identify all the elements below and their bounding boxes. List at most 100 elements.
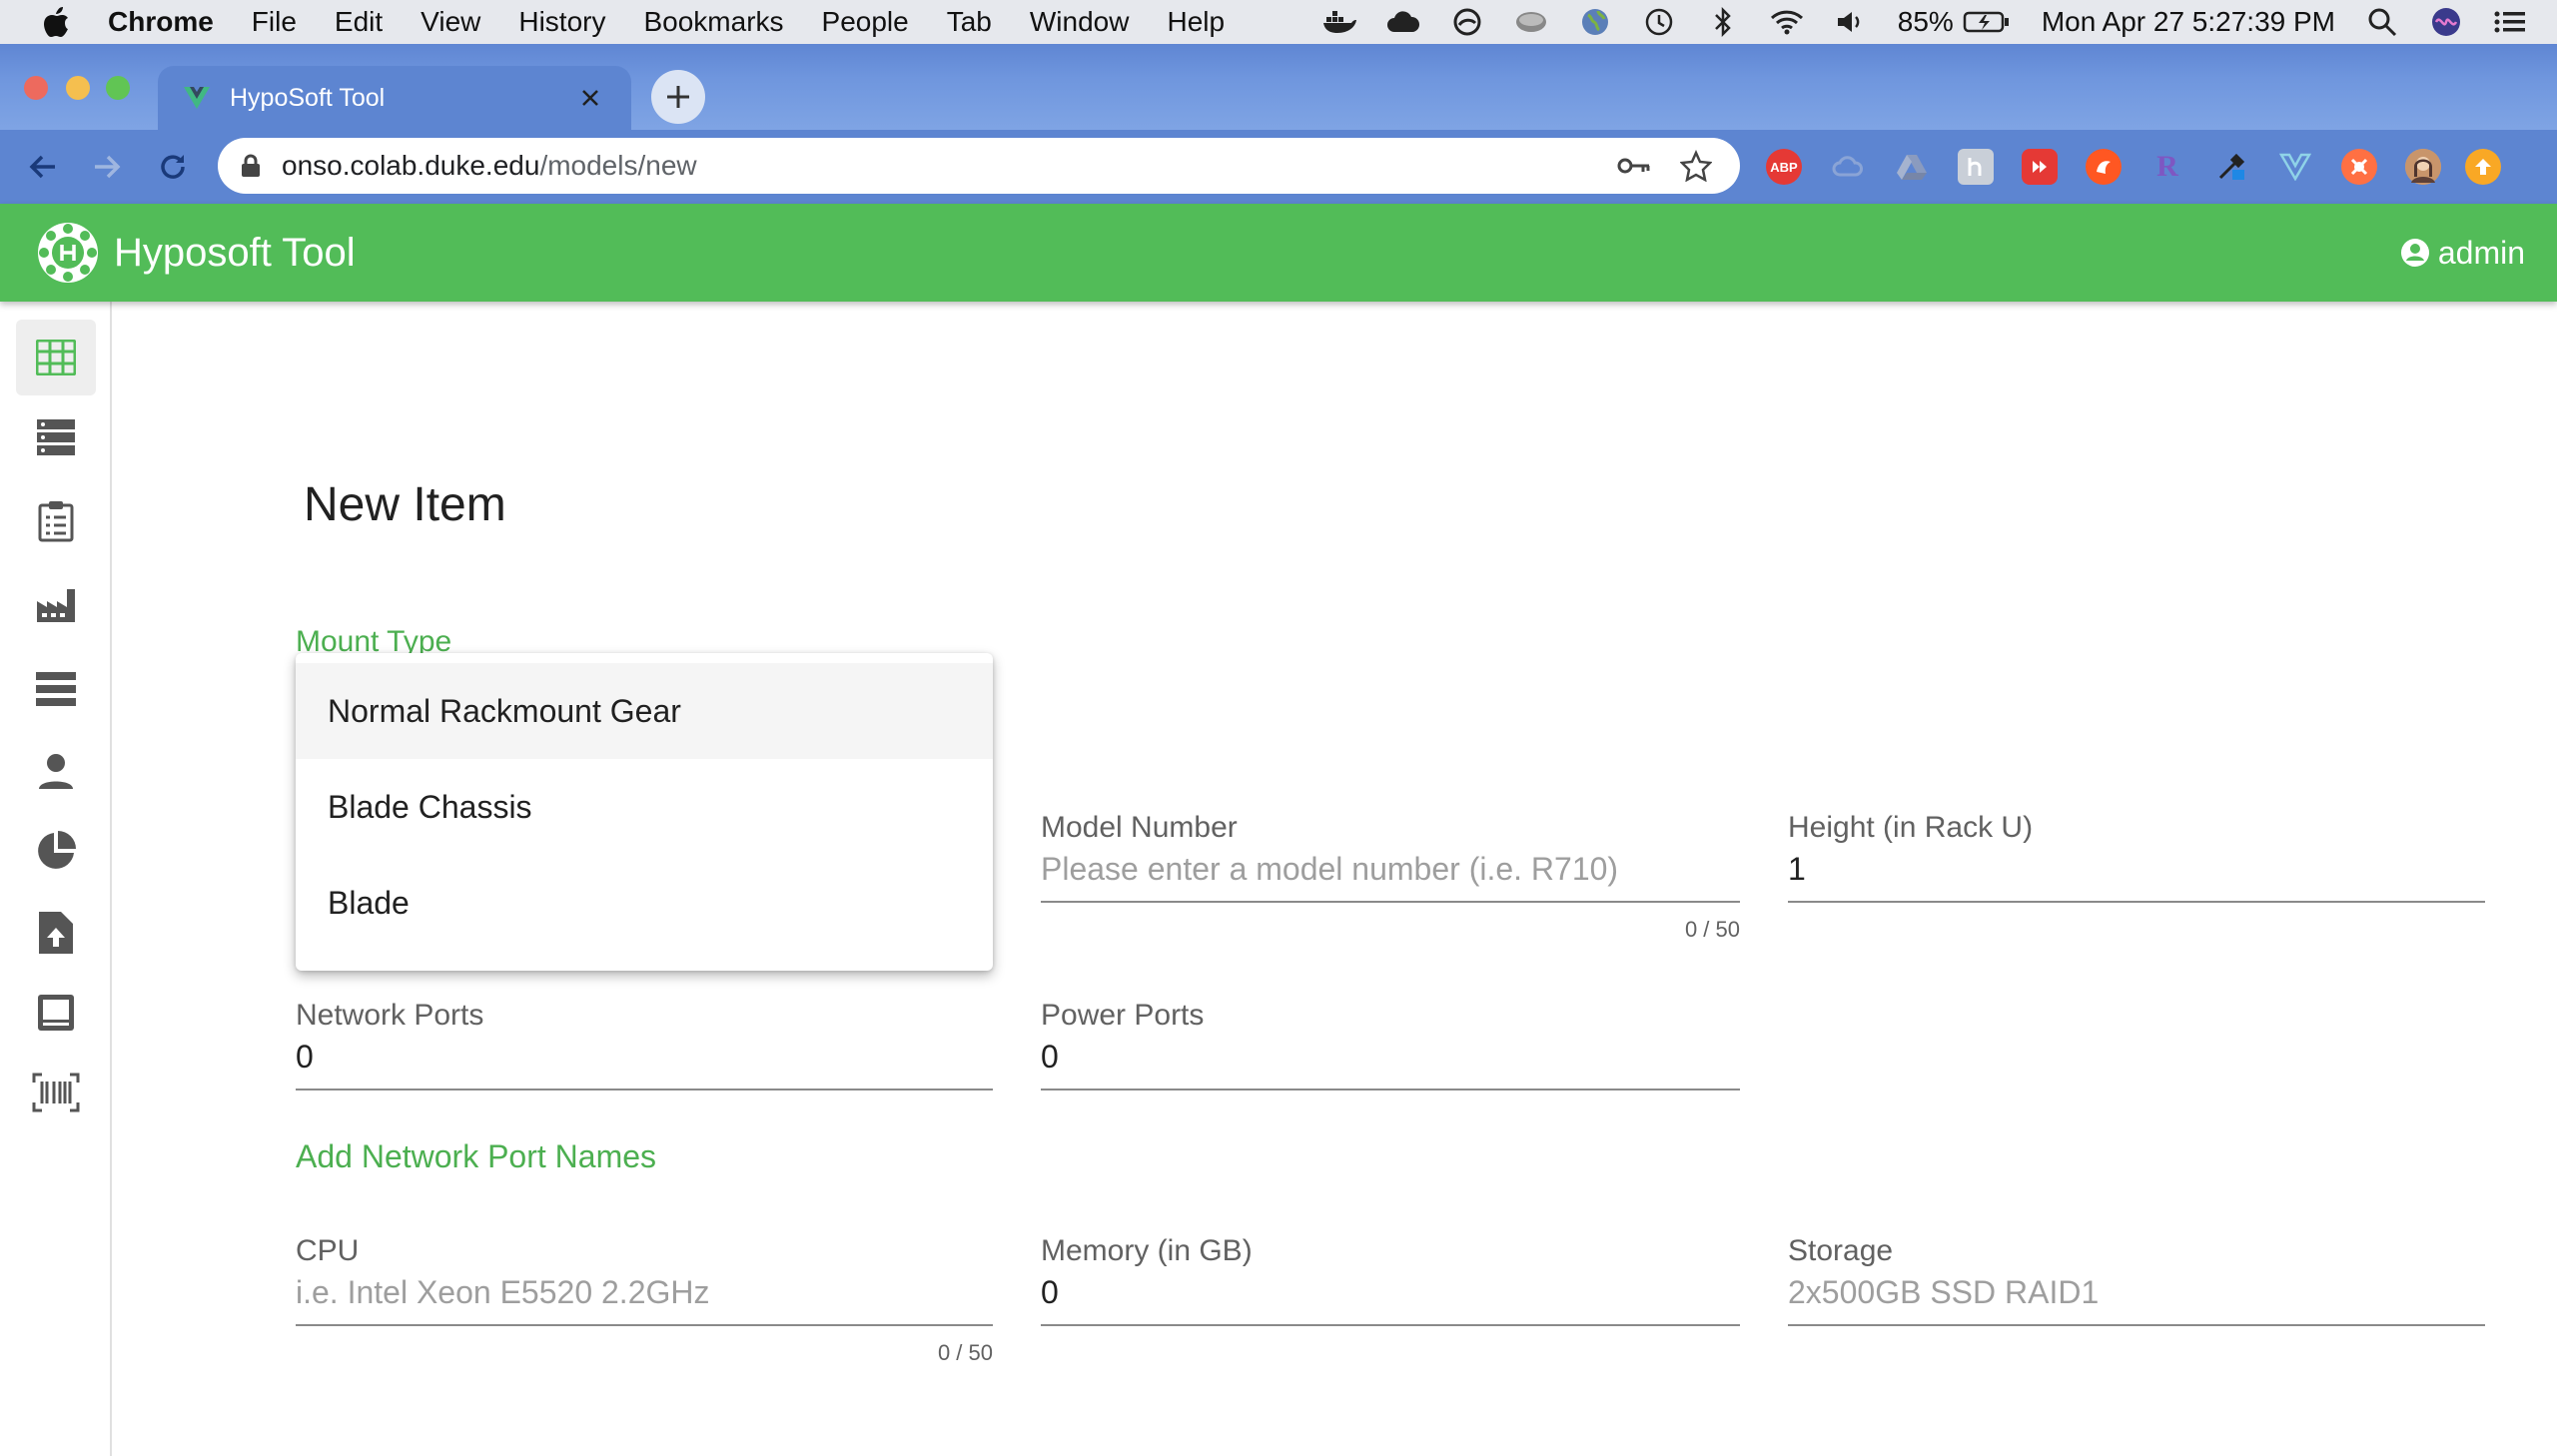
memory-input[interactable]: 0 [1041, 1274, 1740, 1316]
file-upload-icon [39, 912, 73, 954]
google-drive-icon[interactable] [1894, 149, 1930, 185]
bluetooth-icon[interactable] [1706, 5, 1740, 39]
vue-devtools-icon[interactable] [2277, 149, 2313, 185]
creative-cloud-icon[interactable] [1386, 5, 1420, 39]
globe-icon[interactable] [1578, 5, 1612, 39]
power-ports-input[interactable]: 0 [1041, 1039, 1740, 1081]
power-ports-field[interactable]: Power Ports 0 [1041, 999, 1740, 1091]
cpu-field[interactable]: CPU i.e. Intel Xeon E5520 2.2GHz 0 / 50 [296, 1234, 993, 1366]
power-ports-label: Power Ports [1041, 999, 1205, 1032]
adblock-plus-icon[interactable]: ABP [1766, 149, 1802, 185]
add-network-port-names-link[interactable]: Add Network Port Names [296, 1138, 656, 1175]
mount-option-normal-rackmount[interactable]: Normal Rackmount Gear [296, 663, 993, 759]
docker-icon[interactable] [1322, 5, 1356, 39]
menu-bookmarks[interactable]: Bookmarks [643, 6, 783, 38]
control-center-icon[interactable] [2493, 5, 2527, 39]
menu-people[interactable]: People [822, 6, 909, 38]
sidebar-nav [0, 302, 112, 1456]
grid-icon [36, 340, 76, 375]
tab-close-icon[interactable] [575, 83, 605, 113]
sidebar-item-users[interactable] [16, 733, 96, 809]
sidebar-item-models[interactable] [16, 320, 96, 395]
wifi-icon[interactable] [1770, 5, 1804, 39]
height-label: Height (in Rack U) [1788, 811, 2034, 844]
apple-menu-icon[interactable] [42, 5, 72, 39]
window-close-button[interactable] [24, 76, 48, 100]
menu-history[interactable]: History [518, 6, 605, 38]
window-zoom-button[interactable] [106, 76, 130, 100]
key-icon[interactable] [1616, 148, 1652, 184]
storage-input[interactable]: 2x500GB SSD RAID1 [1788, 1274, 2485, 1316]
extension-cloud-icon[interactable] [1830, 149, 1866, 185]
mount-option-blade-chassis[interactable]: Blade Chassis [296, 759, 993, 855]
menu-app-chrome[interactable]: Chrome [108, 6, 214, 38]
menu-help[interactable]: Help [1167, 6, 1225, 38]
eyedropper-icon[interactable] [2213, 149, 2249, 185]
sidebar-item-assets[interactable] [16, 399, 96, 475]
url-host: onso.colab.duke.edu [282, 150, 540, 181]
menu-file[interactable]: File [252, 6, 297, 38]
height-field[interactable]: Height (in Rack U) 1 [1788, 811, 2485, 903]
url-text[interactable]: onso.colab.duke.edu/models/new [282, 150, 1616, 182]
forward-button[interactable] [84, 144, 130, 190]
vpn-icon[interactable] [1450, 5, 1484, 39]
vue-favicon-icon [184, 87, 210, 109]
storage-field[interactable]: Storage 2x500GB SSD RAID1 [1788, 1234, 2485, 1326]
network-ports-field[interactable]: Network Ports 0 [296, 999, 993, 1091]
model-number-label: Model Number [1041, 811, 1238, 844]
update-arrow-icon[interactable] [2465, 149, 2501, 185]
plus-icon [667, 86, 689, 108]
browser-tab-active[interactable]: HypoSoft Tool [158, 66, 631, 130]
height-underline [1788, 893, 2485, 903]
storage-label: Storage [1788, 1234, 1894, 1267]
menu-window[interactable]: Window [1030, 6, 1130, 38]
address-bar[interactable]: onso.colab.duke.edu/models/new [218, 138, 1740, 194]
menu-edit[interactable]: Edit [335, 6, 383, 38]
new-tab-button[interactable] [651, 70, 705, 124]
profile-avatar-icon[interactable] [2405, 149, 2441, 185]
extension-h-icon[interactable] [1958, 149, 1994, 185]
sidebar-item-barcodes[interactable] [16, 1055, 96, 1130]
menu-tab[interactable]: Tab [947, 6, 992, 38]
sidebar-item-datacenters[interactable] [16, 567, 96, 643]
siri-icon[interactable] [2429, 5, 2463, 39]
menu-view[interactable]: View [421, 6, 480, 38]
reload-button[interactable] [150, 144, 196, 190]
extension-orange-icon[interactable] [2086, 149, 2122, 185]
volume-icon[interactable] [1834, 5, 1868, 39]
cpu-input[interactable]: i.e. Intel Xeon E5520 2.2GHz [296, 1274, 993, 1316]
extension-r-icon[interactable]: R [2149, 149, 2185, 185]
model-number-field[interactable]: Model Number Please enter a model number… [1041, 811, 1740, 943]
browser-toolbar: onso.colab.duke.edu/models/new ABP R [0, 130, 2557, 204]
menubar-clock[interactable]: Mon Apr 27 5:27:39 PM [2042, 6, 2335, 38]
spotlight-icon[interactable] [2365, 5, 2399, 39]
sidebar-item-reports[interactable] [16, 975, 96, 1051]
sidebar-item-stats[interactable] [16, 813, 96, 889]
hyposoft-logo-icon[interactable] [32, 217, 104, 289]
battery-icon[interactable] [1962, 5, 2012, 39]
back-button[interactable] [20, 144, 66, 190]
model-number-counter: 0 / 50 [1684, 917, 1740, 942]
mount-option-blade[interactable]: Blade [296, 855, 993, 951]
model-number-input[interactable]: Please enter a model number (i.e. R710) [1041, 851, 1740, 893]
username: admin [2437, 234, 2525, 271]
drive-icon[interactable] [1514, 5, 1548, 39]
cpu-label: CPU [296, 1234, 360, 1267]
time-machine-icon[interactable] [1642, 5, 1676, 39]
bookmark-star-icon[interactable] [1678, 148, 1714, 184]
app-title[interactable]: Hyposoft Tool [114, 231, 356, 276]
sidebar-item-log[interactable] [16, 483, 96, 559]
youtube-extension-icon[interactable] [2022, 149, 2058, 185]
mount-type-dropdown-menu: Normal Rackmount Gear Blade Chassis Blad… [296, 653, 993, 971]
memory-field[interactable]: Memory (in GB) 0 [1041, 1234, 1740, 1326]
network-ports-input[interactable]: 0 [296, 1039, 993, 1081]
rack-icon [36, 672, 76, 706]
sidebar-item-racks[interactable] [16, 651, 96, 727]
window-minimize-button[interactable] [66, 76, 90, 100]
factory-icon [37, 589, 75, 622]
user-menu[interactable]: admin [2400, 204, 2525, 302]
lock-icon[interactable] [238, 153, 264, 179]
sidebar-item-import[interactable] [16, 895, 96, 971]
lifebuoy-icon[interactable] [2341, 149, 2377, 185]
height-input[interactable]: 1 [1788, 851, 2485, 893]
